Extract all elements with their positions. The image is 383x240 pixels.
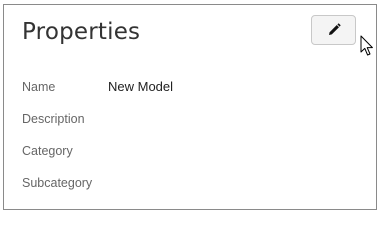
property-label-category: Category — [22, 144, 73, 158]
properties-list: Name New Model Description Category Subc… — [22, 77, 362, 205]
property-label-subcategory: Subcategory — [22, 176, 93, 190]
properties-panel: Properties Name New Model Description Ca… — [3, 4, 377, 210]
pencil-icon — [327, 23, 341, 37]
property-label-name: Name — [22, 80, 56, 94]
property-row-subcategory: Subcategory — [22, 173, 362, 205]
panel-title: Properties — [22, 19, 141, 45]
property-label-description: Description — [22, 112, 85, 126]
property-row-name: Name New Model — [22, 77, 362, 109]
property-row-category: Category — [22, 141, 362, 173]
edit-button[interactable] — [311, 15, 356, 45]
property-row-description: Description — [22, 109, 362, 141]
property-value-name: New Model — [108, 79, 174, 94]
